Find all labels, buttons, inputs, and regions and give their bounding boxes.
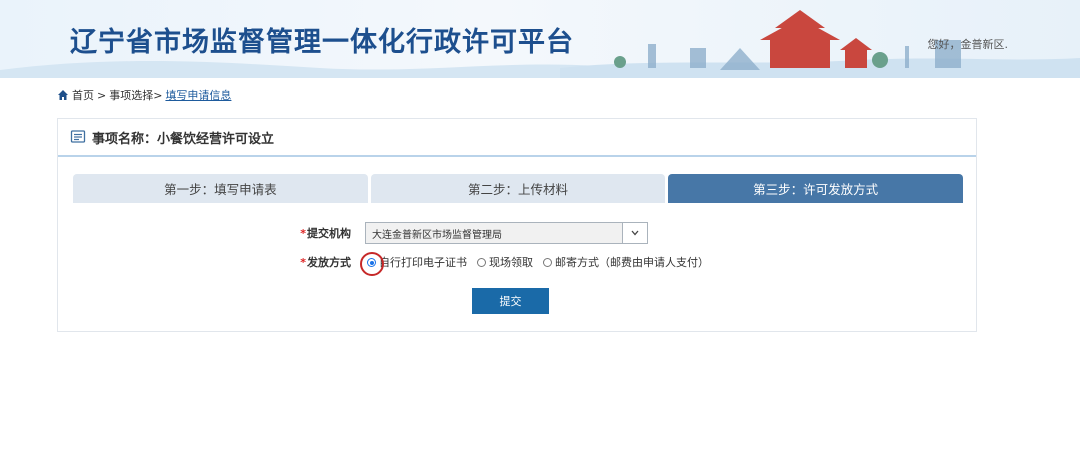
option-mail-label: 邮寄方式（邮费由申请人支付） [555, 256, 709, 269]
option-onsite-label: 现场领取 [489, 256, 533, 269]
org-label: *提交机构 [300, 227, 351, 240]
radio-onsite[interactable] [477, 257, 486, 267]
required-mark: * [300, 227, 306, 240]
method-row: *发放方式 自行打印电子证书 现场领取 邮寄方式（邮费由申请人支付） [291, 254, 715, 270]
card-header: 事项名称：小餐饮经营许可设立 [58, 119, 976, 157]
breadcrumb-separator: > [97, 88, 107, 102]
step-tabs: 第一步：填写申请表 第二步：上传材料 第三步：许可发放方式 [73, 174, 964, 203]
home-icon[interactable] [57, 89, 69, 101]
submit-button[interactable]: 提交 [472, 288, 549, 314]
method-label: *发放方式 [300, 256, 351, 269]
item-name-title: 事项名称：小餐饮经营许可设立 [92, 131, 275, 147]
highlight-circle-annotation [360, 252, 384, 276]
breadcrumb: 首页 > 事项选择> 填写申请信息 [57, 87, 231, 103]
breadcrumb-home[interactable]: 首页 [72, 87, 94, 103]
radio-mail[interactable] [543, 257, 552, 267]
step-2-tab[interactable]: 第二步：上传材料 [370, 174, 666, 203]
document-icon [70, 130, 86, 143]
required-mark: * [300, 256, 306, 269]
platform-title: 辽宁省市场监督管理一体化行政许可平台 [70, 27, 574, 58]
user-greeting: 您好，金普新区. [927, 38, 1009, 51]
step-1-tab[interactable]: 第一步：填写申请表 [73, 174, 368, 203]
breadcrumb-item-select[interactable]: 事项选择> [109, 87, 162, 103]
option-print-cert-label: 自行打印电子证书 [379, 256, 467, 269]
org-row: *提交机构 大连金普新区市场监督管理局 [291, 222, 648, 244]
chevron-down-icon[interactable] [622, 223, 647, 243]
option-onsite[interactable]: 现场领取 [477, 254, 533, 270]
breadcrumb-current[interactable]: 填写申请信息 [165, 87, 231, 103]
step-3-tab[interactable]: 第三步：许可发放方式 [668, 174, 964, 203]
org-select-value: 大连金普新区市场监督管理局 [372, 229, 502, 241]
method-radio-group: 自行打印电子证书 现场领取 邮寄方式（邮费由申请人支付） [367, 254, 715, 270]
header-banner: 辽宁省市场监督管理一体化行政许可平台 您好，金普新区. [0, 0, 1080, 78]
application-card: 事项名称：小餐饮经营许可设立 第一步：填写申请表 第二步：上传材料 第三步：许可… [57, 118, 977, 332]
org-select[interactable]: 大连金普新区市场监督管理局 [365, 222, 648, 244]
option-mail[interactable]: 邮寄方式（邮费由申请人支付） [543, 254, 709, 270]
